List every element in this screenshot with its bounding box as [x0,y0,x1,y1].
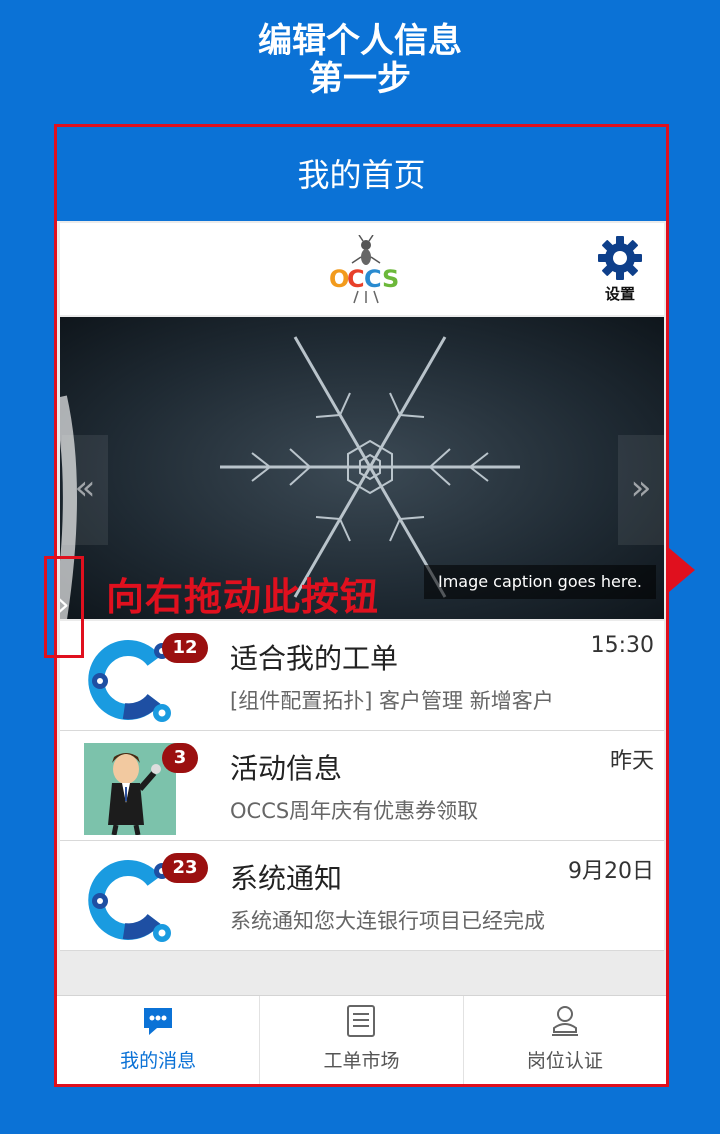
tab-label: 工单市场 [323,1050,400,1072]
guide-title: 编辑个人信息 第一步 [0,22,720,98]
user-badge-icon [551,1006,578,1036]
guide-title-line2: 第一步 [309,59,411,99]
tab-work-order-market[interactable]: 工单市场 [259,996,462,1084]
message-title: 适合我的工单 [230,642,399,675]
logo-header: O C C S 设置 [60,223,664,315]
list-item[interactable]: 23 系统通知 系统通知您大连银行项目已经完成 9月20日 [60,841,664,951]
chat-bubble-icon [144,1008,173,1035]
tab-label: 我的消息 [120,1050,197,1072]
svg-text:C: C [364,265,382,293]
unread-badge: 23 [162,853,208,883]
guide-title-line1: 编辑个人信息 [258,21,462,61]
document-list-icon [347,1005,376,1037]
settings-button[interactable]: 设置 [592,235,648,305]
message-time: 15:30 [590,633,654,658]
svg-text:S: S [382,265,399,293]
message-time: 9月20日 [568,859,654,884]
gear-icon [598,236,642,280]
message-title: 系统通知 [230,862,343,895]
message-list: 12 适合我的工单 [组件配置拓扑] 客户管理 新增客户 15:30 3 活动信… [60,621,664,951]
arrow-right-icon [669,548,695,592]
bottom-tab-bar: 我的消息 工单市场 岗位认证 [57,995,666,1084]
unread-badge: 12 [162,633,208,663]
message-subtitle: 系统通知您大连银行项目已经完成 [230,909,545,933]
carousel-prev-button[interactable]: « [62,435,108,545]
unread-badge: 3 [162,743,198,773]
page-title: 我的首页 [57,127,666,221]
message-subtitle: [组件配置拓扑] 客户管理 新增客户 [230,689,554,713]
chevron-right-icon: › [57,585,70,623]
list-item[interactable]: 12 适合我的工单 [组件配置拓扑] 客户管理 新增客户 15:30 [60,621,664,731]
message-title: 活动信息 [230,752,343,785]
drag-handle-button[interactable]: › [44,556,84,658]
tab-my-messages[interactable]: 我的消息 [57,996,259,1084]
svg-text:C: C [347,265,365,293]
message-subtitle: OCCS周年庆有优惠券领取 [230,799,479,823]
carousel-next-button[interactable]: » [618,435,664,545]
tab-label: 岗位认证 [526,1050,603,1072]
settings-label: 设置 [604,285,635,303]
drag-hint-text: 向右拖动此按钮 [106,575,380,619]
occs-logo: O C C S [329,235,399,304]
message-time: 昨天 [609,749,654,774]
carousel-caption: Image caption goes here. [424,565,656,599]
tab-position-certification[interactable]: 岗位认证 [462,996,666,1084]
list-item[interactable]: 3 活动信息 OCCS周年庆有优惠券领取 昨天 [60,731,664,841]
